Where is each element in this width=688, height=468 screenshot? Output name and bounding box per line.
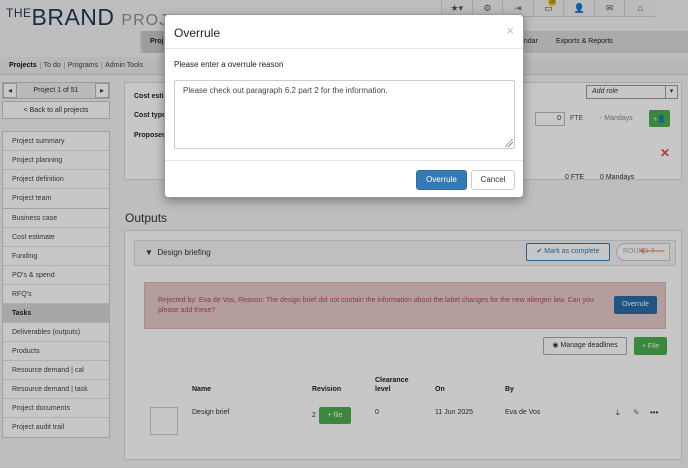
cancel-button[interactable]: Cancel [471, 170, 515, 190]
overrule-reason-textarea[interactable]: Please check out paragraph 6.2 part 2 fo… [174, 80, 515, 149]
close-icon[interactable]: × [506, 23, 514, 38]
confirm-overrule-button[interactable]: Overrule [416, 170, 467, 190]
modal-footer: Overrule Cancel [165, 160, 523, 198]
modal-prompt: Please enter a overrule reason [174, 60, 284, 69]
overrule-modal: Overrule × Please enter a overrule reaso… [164, 14, 524, 198]
modal-header: Overrule × [165, 15, 523, 49]
resize-grip-icon[interactable] [505, 139, 513, 147]
modal-title: Overrule [174, 26, 221, 40]
